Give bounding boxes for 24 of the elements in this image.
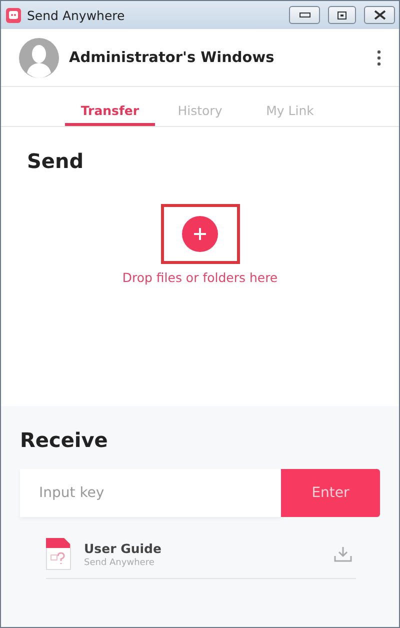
close-icon	[374, 10, 386, 20]
help-document-icon	[46, 538, 71, 570]
drop-hint: Drop files or folders here	[122, 270, 278, 285]
more-menu-button[interactable]	[377, 50, 381, 66]
avatar-icon	[19, 38, 59, 78]
minimize-icon	[298, 12, 310, 18]
device-name: Administrator's Windows	[69, 50, 276, 66]
file-source: Send Anywhere	[84, 558, 156, 568]
app-logo-icon	[6, 8, 21, 22]
close-button[interactable]	[364, 6, 395, 24]
enter-button[interactable]: Enter	[281, 469, 380, 517]
minimize-button[interactable]	[289, 6, 320, 24]
tab[interactable]: Transfer	[65, 87, 155, 126]
section-title: Send	[27, 149, 84, 173]
tab[interactable]: My Link	[245, 87, 335, 126]
key-input-field[interactable]: Input key	[20, 469, 281, 517]
maximize-button[interactable]	[328, 6, 356, 24]
section-title: Receive	[20, 428, 108, 452]
maximize-icon	[337, 10, 347, 20]
file-name: User Guide	[84, 540, 162, 556]
add-button[interactable]	[182, 216, 218, 252]
window-title: Send Anywhere	[27, 8, 126, 22]
tab[interactable]: History	[155, 87, 245, 126]
plus-icon	[194, 228, 206, 240]
